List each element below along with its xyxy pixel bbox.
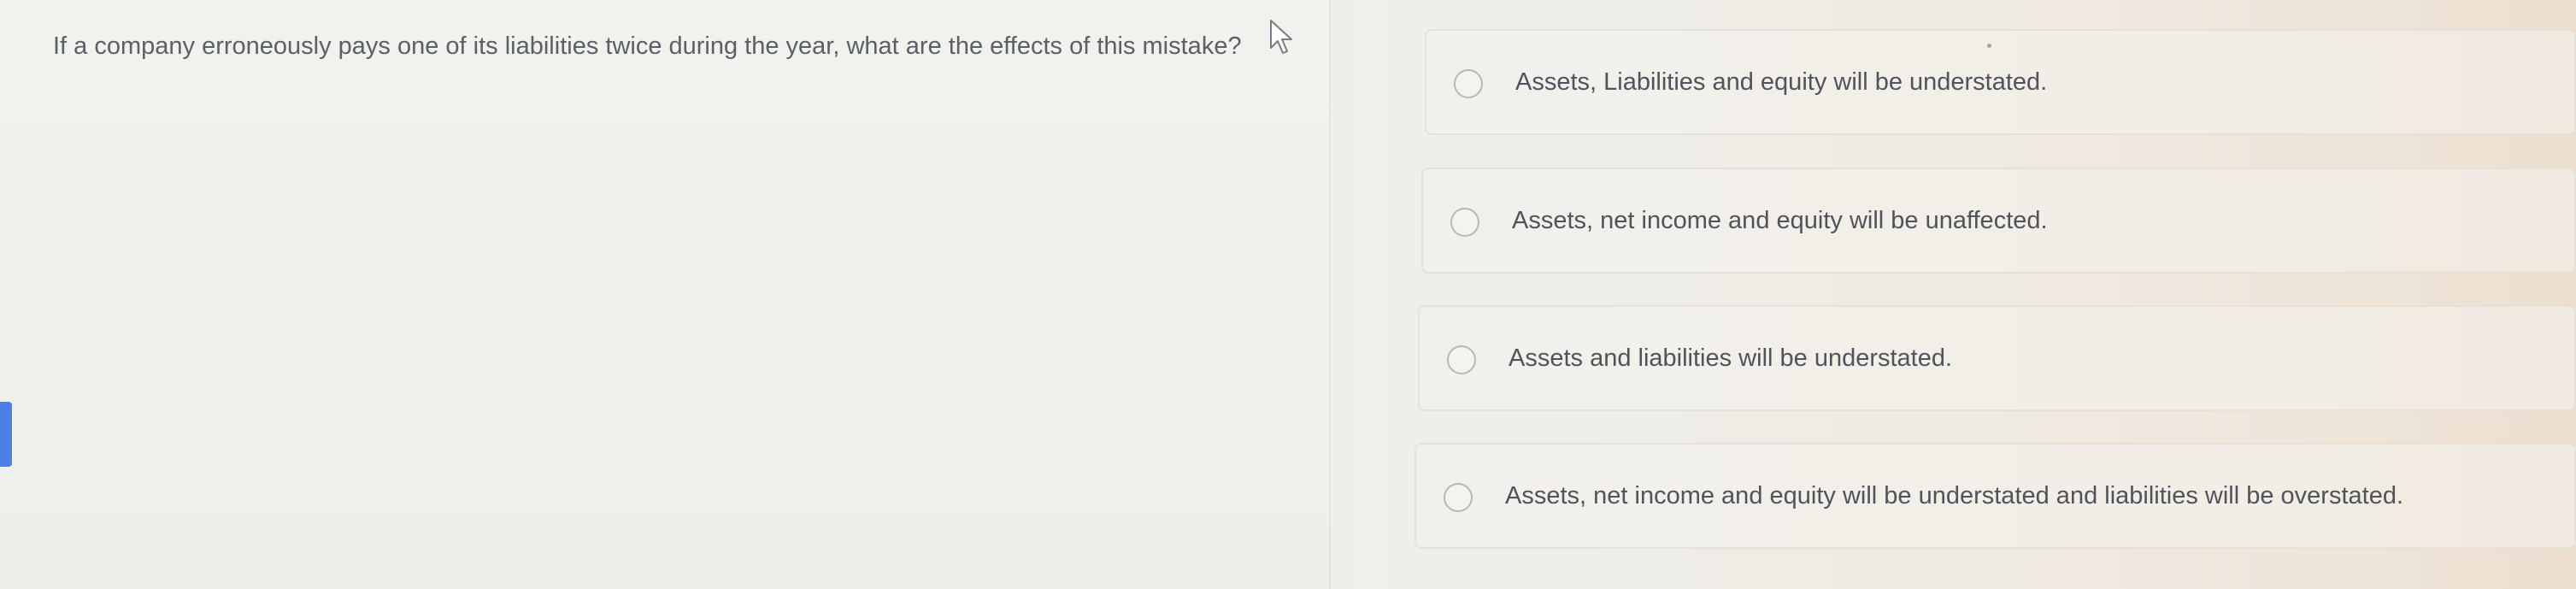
- answer-options: Assets, Liabilities and equity will be u…: [0, 0, 2576, 589]
- radio-circle-icon[interactable]: [1447, 345, 1476, 374]
- answer-option-3[interactable]: Assets and liabilities will be understat…: [1418, 305, 2576, 411]
- radio-circle-icon[interactable]: [1454, 69, 1483, 98]
- answer-option-4[interactable]: Assets, net income and equity will be un…: [1414, 443, 2576, 549]
- answer-option-label: Assets, net income and equity will be un…: [1512, 207, 2048, 234]
- answer-option-2[interactable]: Assets, net income and equity will be un…: [1421, 168, 2576, 274]
- answer-option-label: Assets, Liabilities and equity will be u…: [1515, 68, 2048, 96]
- answer-option-label: Assets and liabilities will be understat…: [1509, 345, 1953, 372]
- answer-option-label: Assets, net income and equity will be un…: [1505, 482, 2404, 509]
- screen-speck: [1987, 44, 1991, 48]
- radio-circle-icon[interactable]: [1444, 483, 1473, 512]
- radio-circle-icon[interactable]: [1450, 208, 1479, 237]
- answer-option-1[interactable]: Assets, Liabilities and equity will be u…: [1425, 29, 2576, 135]
